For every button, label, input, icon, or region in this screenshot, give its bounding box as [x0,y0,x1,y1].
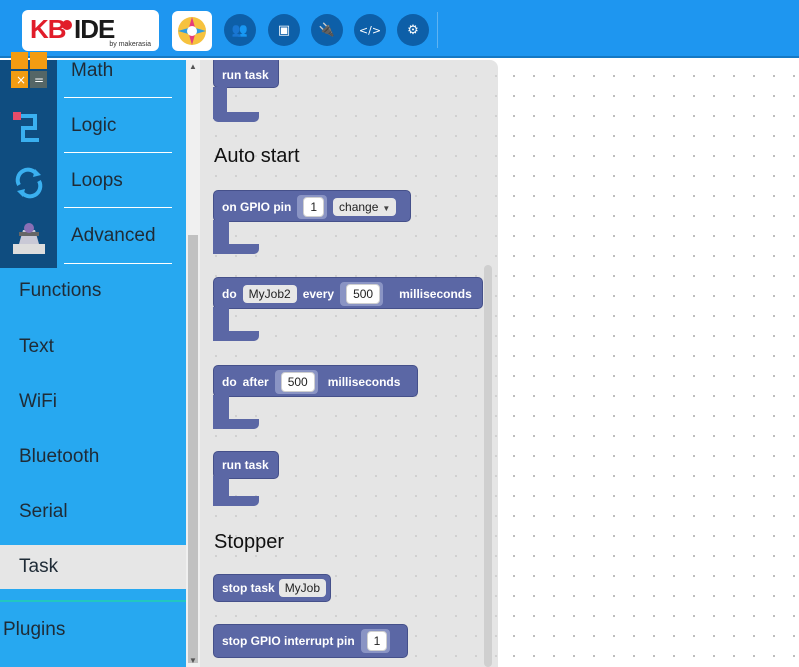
gear-icon: ⚙ [407,22,419,38]
logo-byline: by makerasia [109,41,151,48]
sidebar-scrollbar[interactable]: ▲ ▼ [186,60,200,667]
block-label: do [222,287,237,301]
kb-ide-logo: KB IDE by makerasia [22,10,159,51]
toolbar-divider [437,12,438,48]
do-after-block[interactable]: do after 500 milliseconds [213,365,418,397]
sidebar-item-advanced[interactable]: Advanced [0,215,186,263]
pin-input[interactable]: 1 [297,195,328,219]
sidebar-item-serial[interactable]: Serial [0,490,186,534]
plug-icon: 🔌 [318,22,336,38]
delay-value[interactable]: 500 [280,372,315,392]
pin-value[interactable]: 1 [366,631,388,651]
interval-value[interactable]: 500 [346,284,381,304]
sidebar-scroll-thumb[interactable] [188,235,198,663]
code-icon: </> [358,23,382,37]
sidebar-item-wifi[interactable]: WiFi [0,380,186,424]
block-label: run task [222,458,269,472]
block-label: stop GPIO interrupt pin [222,634,355,648]
block-flyout: run task Auto start on GPIO pin 1 change… [200,60,498,667]
sidebar-item-label: Task [19,556,59,577]
section-stopper: Stopper [214,531,285,553]
sidebar-item-functions[interactable]: Functions [0,270,186,314]
category-divider [64,152,172,153]
interval-input[interactable]: 500 [340,282,384,306]
mode-value: change [339,200,379,214]
block-label: after [242,375,269,389]
sidebar-item-loops[interactable]: Loops [0,160,186,208]
on-gpio-pin-block[interactable]: on GPIO pin 1 change ▼ [213,190,411,222]
block-c-bottom [213,244,259,254]
block-label: on GPIO pin [222,200,292,214]
sidebar-item-label: Functions [19,280,102,301]
plugins-button[interactable]: 🔌 [311,14,343,46]
stop-gpio-interrupt-block[interactable]: stop GPIO interrupt pin 1 [213,624,408,658]
category-divider [64,263,172,264]
settings-button[interactable]: ⚙ [397,14,429,46]
logo-ide-text: IDE [74,14,115,44]
pin-value[interactable]: 1 [303,197,325,217]
blockly-workspace[interactable] [498,60,799,667]
sidebar-item-logic[interactable]: Logic [0,105,186,153]
sidebar-item-plugins[interactable]: Plugins [0,600,186,660]
block-c-bottom [213,419,259,429]
job-name-field[interactable]: MyJob [278,579,327,597]
sidebar-item-label: Serial [19,501,68,522]
top-toolbar: KB IDE by makerasia 👥 ▣ 🔌 </> ⚙ [0,0,799,58]
chip-icon: ▣ [277,22,291,38]
logo-kb-text: KB [30,14,67,44]
sidebar-item-math[interactable]: Math [0,60,186,100]
block-label: do [222,375,237,389]
sidebar-item-label: Logic [71,115,117,136]
block-label: every [302,287,335,301]
sidebar-item-label: WiFi [19,391,57,412]
logo-dot [62,20,72,30]
users-button[interactable]: 👥 [224,14,256,46]
do-every-block[interactable]: do MyJob2 every 500 milliseconds [213,277,483,309]
flyout-scrollbar[interactable] [484,265,492,667]
code-button[interactable]: </> [354,14,386,46]
sidebar-item-label: Text [19,336,54,357]
block-label: run task [222,68,269,82]
block-c-bottom [213,496,259,506]
sidebar-item-label: Loops [71,170,123,191]
block-label: milliseconds [327,375,401,389]
scroll-down-icon[interactable]: ▼ [189,656,197,665]
run-task-block[interactable]: run task [213,60,279,88]
block-c-bottom [213,331,259,341]
delay-input[interactable]: 500 [274,370,318,394]
mode-dropdown[interactable]: change ▼ [333,198,397,216]
sidebar-item-task[interactable]: Task [0,545,186,589]
dropdown-arrow-icon: ▼ [382,204,391,213]
block-label: milliseconds [399,287,472,301]
job-name-field[interactable]: MyJob2 [242,285,297,303]
board-button[interactable]: ▣ [268,14,300,46]
sidebar-item-label: Bluetooth [19,446,100,467]
section-auto-start: Auto start [214,145,300,167]
category-divider [64,97,172,98]
sidebar-item-label: Advanced [71,225,156,246]
sidebar-item-text[interactable]: Text [0,325,186,369]
block-label: stop task [222,581,275,595]
category-divider [64,207,172,208]
users-icon: 👥 [231,22,249,38]
block-c-bottom [213,112,259,122]
category-sidebar: × = Math Logic Loops Advanced Functions … [0,52,186,667]
scroll-up-icon[interactable]: ▲ [189,62,197,71]
run-task-block[interactable]: run task [213,451,279,479]
stop-task-block[interactable]: stop task MyJob [213,574,331,602]
board-logo-icon [178,17,206,45]
pin-input[interactable]: 1 [360,629,391,653]
sidebar-item-label: Math [71,60,114,81]
sidebar-item-label: Plugins [3,619,66,640]
sidebar-item-bluetooth[interactable]: Bluetooth [0,435,186,479]
board-logo-button[interactable] [172,11,212,51]
